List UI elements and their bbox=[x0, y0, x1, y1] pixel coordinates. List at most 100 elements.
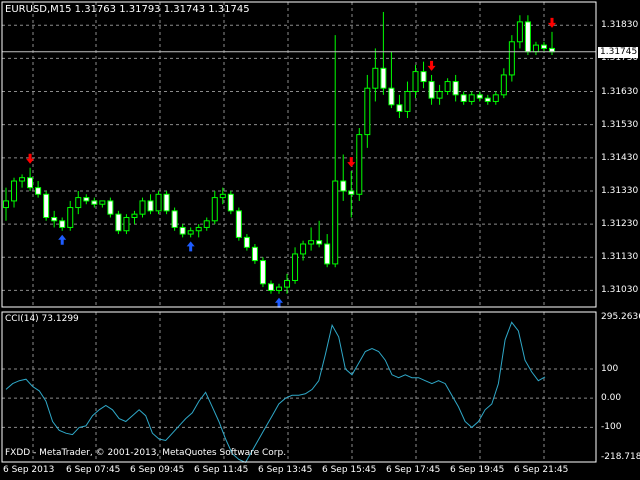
sell-arrow-icon bbox=[548, 17, 556, 28]
cci-indicator bbox=[5, 321, 546, 464]
time-tick-label: 6 Sep 17:45 bbox=[386, 465, 441, 475]
candle bbox=[3, 187, 9, 221]
current-price-label: 1.31745 bbox=[598, 46, 638, 58]
candle bbox=[203, 217, 210, 231]
candle-body bbox=[211, 197, 218, 222]
cci-tick-label: 100 bbox=[601, 363, 619, 374]
candle bbox=[420, 61, 427, 89]
candle bbox=[532, 41, 539, 56]
candle-body bbox=[131, 213, 138, 218]
candle bbox=[452, 74, 459, 102]
time-tick-label: 6 Sep 2013 bbox=[3, 465, 55, 475]
time-tick-label: 6 Sep 21:45 bbox=[514, 465, 569, 475]
candle-body bbox=[284, 279, 291, 288]
candle bbox=[524, 15, 531, 56]
candle bbox=[436, 84, 443, 105]
candle-body bbox=[300, 243, 307, 255]
candle-body bbox=[380, 67, 387, 89]
candle-body bbox=[203, 220, 210, 228]
candle bbox=[492, 91, 499, 105]
candle bbox=[75, 190, 82, 215]
candle bbox=[11, 177, 18, 208]
candle-body bbox=[316, 240, 323, 245]
candle bbox=[219, 187, 226, 205]
candle bbox=[211, 190, 218, 225]
cci-tick-label: -100 bbox=[601, 422, 622, 433]
candle bbox=[123, 214, 130, 235]
price-tick-label: 1.31130 bbox=[601, 252, 639, 263]
candle bbox=[147, 194, 154, 215]
candle-body bbox=[123, 216, 130, 232]
candle bbox=[83, 194, 90, 205]
candle-body bbox=[251, 246, 258, 262]
candle bbox=[43, 190, 50, 221]
price-tick-label: 1.31530 bbox=[601, 119, 639, 130]
candle-body bbox=[99, 200, 106, 205]
candle bbox=[195, 224, 202, 238]
candle bbox=[51, 210, 58, 228]
price-tick-label: 1.31630 bbox=[601, 86, 639, 97]
cci-tick-label: 295.2636 bbox=[601, 312, 640, 322]
candle bbox=[364, 74, 371, 148]
signal-arrows bbox=[26, 17, 556, 308]
candle-body bbox=[187, 230, 194, 235]
candle-body bbox=[19, 177, 26, 182]
candlesticks bbox=[2, 11, 596, 294]
time-tick-label: 6 Sep 19:45 bbox=[450, 465, 505, 475]
candle-body bbox=[476, 94, 483, 99]
candle-body bbox=[324, 243, 331, 265]
candle-body bbox=[259, 260, 266, 285]
candle bbox=[388, 51, 395, 109]
candle-body bbox=[508, 41, 515, 76]
price-chart-canvas[interactable] bbox=[0, 0, 640, 480]
candle-body bbox=[75, 197, 82, 209]
candle-body bbox=[452, 81, 459, 96]
cci-title: CCI(14) 73.1299 bbox=[5, 314, 79, 324]
candle-body bbox=[243, 236, 250, 248]
candle bbox=[372, 48, 379, 102]
symbol-header: EURUSD,M15 1.31763 1.31793 1.31743 1.317… bbox=[5, 4, 250, 15]
price-tick-label: 1.31330 bbox=[601, 185, 639, 196]
candle-body bbox=[412, 71, 419, 93]
candle bbox=[187, 227, 194, 238]
candle bbox=[227, 190, 234, 215]
chart-window[interactable]: EURUSD,M15 1.31763 1.31793 1.31743 1.317… bbox=[0, 0, 640, 480]
cci-tick-label: 0.00 bbox=[601, 393, 622, 404]
candle bbox=[380, 11, 387, 95]
time-tick-label: 6 Sep 09:45 bbox=[130, 465, 185, 475]
candle bbox=[356, 127, 363, 201]
candle-body bbox=[404, 91, 411, 112]
candle bbox=[468, 91, 475, 105]
candle-body bbox=[227, 193, 234, 212]
cci-tick-label: -218.7185 bbox=[601, 452, 640, 462]
candle-body bbox=[396, 104, 403, 112]
candle bbox=[99, 200, 106, 208]
candle bbox=[516, 15, 523, 49]
time-tick-label: 6 Sep 07:45 bbox=[66, 465, 121, 475]
candle bbox=[332, 35, 339, 268]
candle bbox=[267, 280, 274, 294]
candle bbox=[500, 68, 507, 99]
candle-body bbox=[436, 91, 443, 99]
candle-body bbox=[171, 210, 178, 228]
candle bbox=[404, 81, 411, 119]
candle bbox=[316, 220, 323, 248]
price-tick-label: 1.31230 bbox=[601, 219, 639, 230]
price-tick-label: 1.31430 bbox=[601, 152, 639, 163]
candle-body bbox=[91, 200, 98, 205]
candle-body bbox=[11, 180, 18, 202]
candle-body bbox=[179, 226, 186, 235]
candle bbox=[155, 190, 162, 215]
candle-body bbox=[332, 180, 339, 265]
candle bbox=[35, 181, 42, 198]
candle bbox=[428, 74, 435, 105]
candle-body bbox=[420, 71, 427, 83]
candle bbox=[19, 174, 26, 188]
candle-body bbox=[235, 210, 242, 238]
candle bbox=[235, 207, 242, 241]
candle-body bbox=[147, 200, 154, 212]
candle-body bbox=[83, 197, 90, 202]
candle-body bbox=[59, 220, 66, 228]
candle-body bbox=[267, 283, 274, 291]
candle bbox=[243, 234, 250, 251]
